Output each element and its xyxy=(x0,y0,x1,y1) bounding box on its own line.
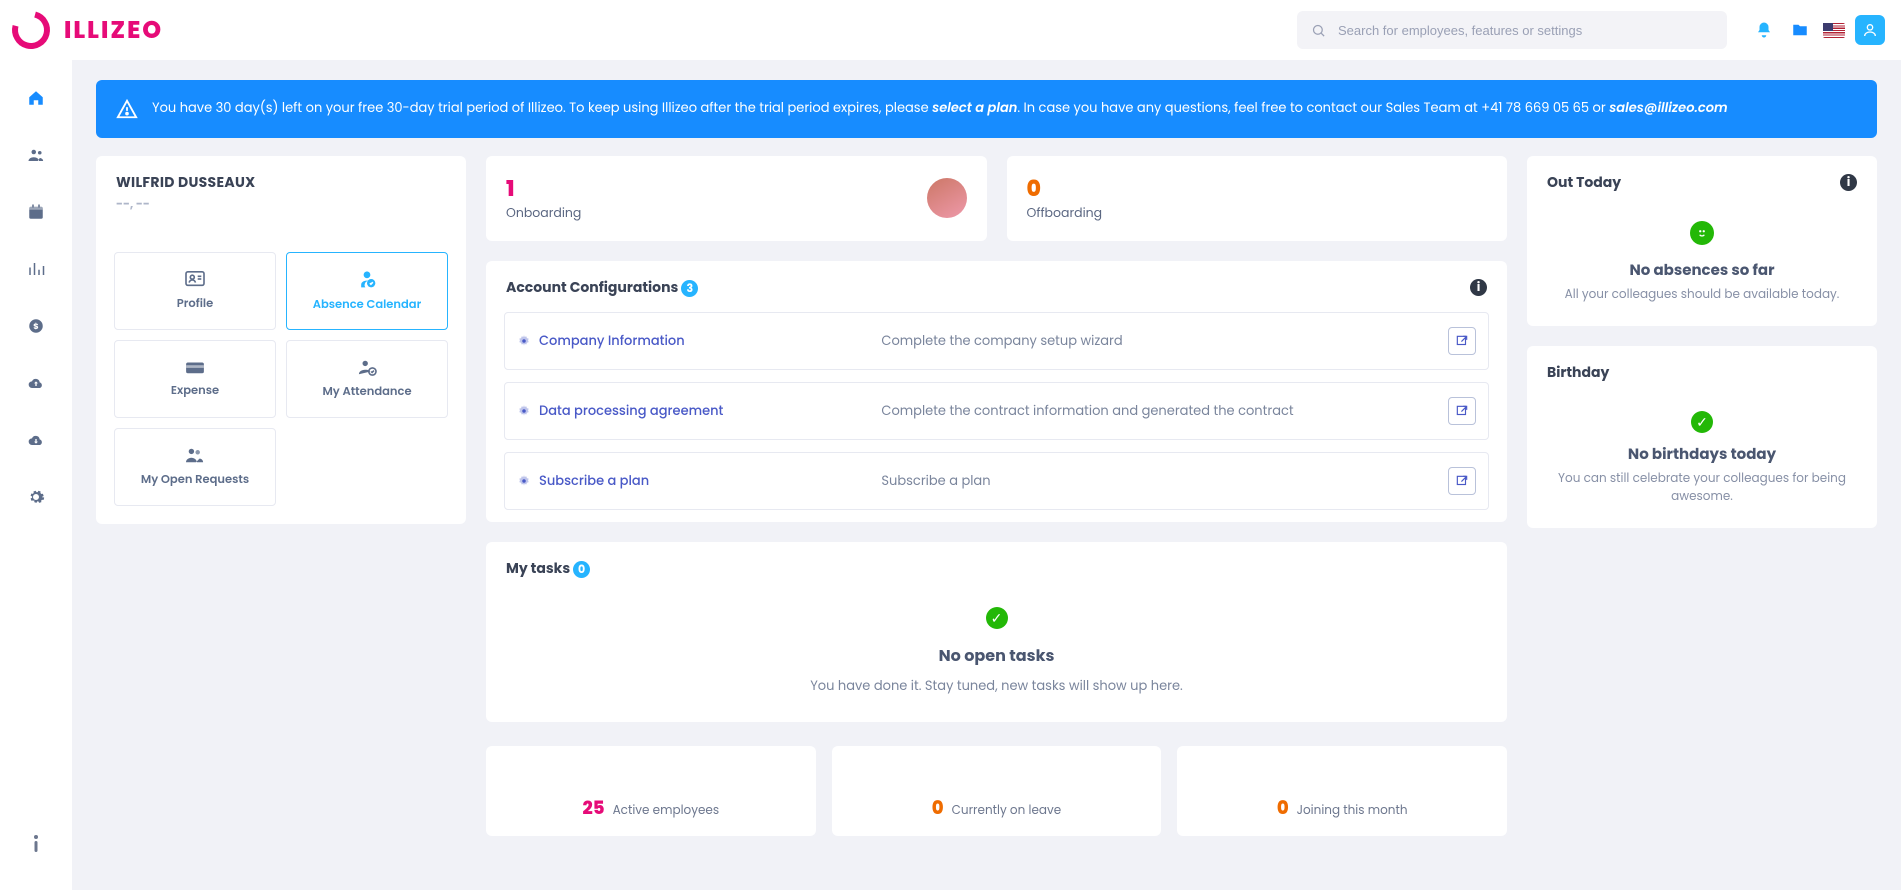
tile-requests-label: My Open Requests xyxy=(141,472,249,489)
search-input[interactable] xyxy=(1336,22,1713,39)
gear-icon xyxy=(517,334,531,348)
cfg-row-title[interactable]: Company Information xyxy=(539,331,685,351)
cfg-row: Subscribe a plan Subscribe a plan xyxy=(504,452,1489,510)
info-icon[interactable]: i xyxy=(1470,279,1487,296)
out-today-headline: No absences so far xyxy=(1629,259,1774,282)
tasks-title: My tasks xyxy=(506,558,570,578)
sidebar: $ xyxy=(0,60,72,890)
tile-attendance[interactable]: My Attendance xyxy=(286,340,448,418)
out-today-title: Out Today xyxy=(1547,172,1621,193)
tile-attendance-label: My Attendance xyxy=(322,384,411,401)
select-plan-link[interactable]: select a plan xyxy=(932,98,1017,117)
cfg-row-title[interactable]: Subscribe a plan xyxy=(539,471,649,491)
cfg-row: Company Information Complete the company… xyxy=(504,312,1489,370)
onboarding-value: 1 xyxy=(506,172,581,205)
svg-text:$: $ xyxy=(33,320,38,332)
trial-banner: You have 30 day(s) left on your free 30-… xyxy=(96,80,1877,138)
birthday-title: Birthday xyxy=(1547,362,1609,383)
cfg-count-badge: 3 xyxy=(681,280,698,297)
nav-upload-icon[interactable] xyxy=(24,373,48,400)
tile-profile[interactable]: Profile xyxy=(114,252,276,330)
nav-people-icon[interactable] xyxy=(24,145,48,172)
brand[interactable]: ILLIZEO xyxy=(12,11,262,49)
cfg-row: Data processing agreement Complete the c… xyxy=(504,382,1489,440)
offboarding-label: Offboarding xyxy=(1027,205,1103,223)
nav-calendar-icon[interactable] xyxy=(24,202,48,229)
search-icon xyxy=(1311,23,1326,38)
out-today-sub: All your colleagues should be available … xyxy=(1565,286,1840,304)
joining-value: 0 xyxy=(1277,795,1289,822)
open-icon[interactable] xyxy=(1448,327,1476,355)
topbar: ILLIZEO xyxy=(0,0,1901,60)
avatar xyxy=(927,178,967,218)
topbar-actions xyxy=(1751,15,1885,45)
tile-absence-label: Absence Calendar xyxy=(313,297,422,314)
tasks-empty-sub: You have done it. Stay tuned, new tasks … xyxy=(810,676,1183,696)
language-flag-us[interactable] xyxy=(1823,23,1845,38)
nav-settings-icon[interactable] xyxy=(24,487,48,514)
nav-download-icon[interactable] xyxy=(24,430,48,457)
tile-expense[interactable]: Expense xyxy=(114,340,276,418)
stat-on-leave[interactable]: 0 Currently on leave xyxy=(832,746,1162,836)
birthday-headline: No birthdays today xyxy=(1628,443,1776,466)
gear-icon xyxy=(517,474,531,488)
stat-active-employees[interactable]: 25 Active employees xyxy=(486,746,816,836)
tile-profile-label: Profile xyxy=(177,296,213,313)
tile-expense-label: Expense xyxy=(171,383,219,400)
cfg-row-desc: Complete the company setup wizard xyxy=(881,331,1428,351)
nav-home-icon[interactable] xyxy=(24,88,48,115)
trial-banner-text: You have 30 day(s) left on your free 30-… xyxy=(152,98,1728,118)
open-icon[interactable] xyxy=(1448,397,1476,425)
birthday: Birthday ✓ No birthdays today You can st… xyxy=(1527,346,1877,528)
cfg-row-desc: Complete the contract information and ge… xyxy=(881,401,1428,421)
global-search[interactable] xyxy=(1297,11,1727,49)
gear-icon xyxy=(517,404,531,418)
notifications-icon[interactable] xyxy=(1751,17,1777,43)
check-circle-icon: ✓ xyxy=(986,607,1008,629)
offboarding-value: 0 xyxy=(1027,172,1103,205)
cfg-row-desc: Subscribe a plan xyxy=(881,471,1428,491)
app-shell: $ You have 30 day(s) left on your free 3… xyxy=(0,60,1901,890)
files-icon[interactable] xyxy=(1787,17,1813,43)
tasks-count-badge: 0 xyxy=(573,561,590,578)
on-leave-value: 0 xyxy=(932,795,944,822)
user-subtitle: --, -- xyxy=(116,196,446,214)
stat-offboarding[interactable]: 0 Offboarding xyxy=(1007,156,1508,241)
on-leave-label: Currently on leave xyxy=(952,802,1062,820)
warning-icon xyxy=(116,98,138,120)
nav-info-icon[interactable] xyxy=(24,834,48,862)
brand-text: ILLIZEO xyxy=(64,13,163,48)
account-configurations: Account Configurations 3 i Company Infor… xyxy=(486,261,1507,522)
active-employees-value: 25 xyxy=(583,795,605,822)
stat-joining[interactable]: 0 Joining this month xyxy=(1177,746,1507,836)
smile-icon xyxy=(1690,221,1714,245)
user-menu-button[interactable] xyxy=(1855,15,1885,45)
nav-reports-icon[interactable] xyxy=(24,259,48,286)
tasks-empty-title: No open tasks xyxy=(939,643,1055,668)
info-icon[interactable]: i xyxy=(1840,174,1857,191)
my-tasks: My tasks 0 ✓ No open tasks You have done… xyxy=(486,542,1507,722)
user-card: WILFRID DUSSEAUX --, -- Profile Absence … xyxy=(96,156,466,524)
open-icon[interactable] xyxy=(1448,467,1476,495)
brand-icon xyxy=(5,4,57,56)
check-circle-icon: ✓ xyxy=(1691,411,1713,433)
out-today: Out Today i No absences so far All your … xyxy=(1527,156,1877,326)
user-name: WILFRID DUSSEAUX xyxy=(116,172,446,193)
joining-label: Joining this month xyxy=(1297,802,1408,820)
cfg-title: Account Configurations xyxy=(506,277,678,297)
cfg-row-title[interactable]: Data processing agreement xyxy=(539,401,723,421)
birthday-sub: You can still celebrate your colleagues … xyxy=(1541,470,1863,506)
active-employees-label: Active employees xyxy=(613,802,720,820)
nav-payroll-icon[interactable]: $ xyxy=(24,316,48,343)
main-content: You have 30 day(s) left on your free 30-… xyxy=(72,60,1901,890)
tile-open-requests[interactable]: My Open Requests xyxy=(114,428,276,506)
stat-onboarding[interactable]: 1 Onboarding xyxy=(486,156,987,241)
sales-email-link[interactable]: sales@illizeo.com xyxy=(1609,98,1727,117)
onboarding-label: Onboarding xyxy=(506,205,581,223)
tile-absence-calendar[interactable]: Absence Calendar xyxy=(286,252,448,330)
